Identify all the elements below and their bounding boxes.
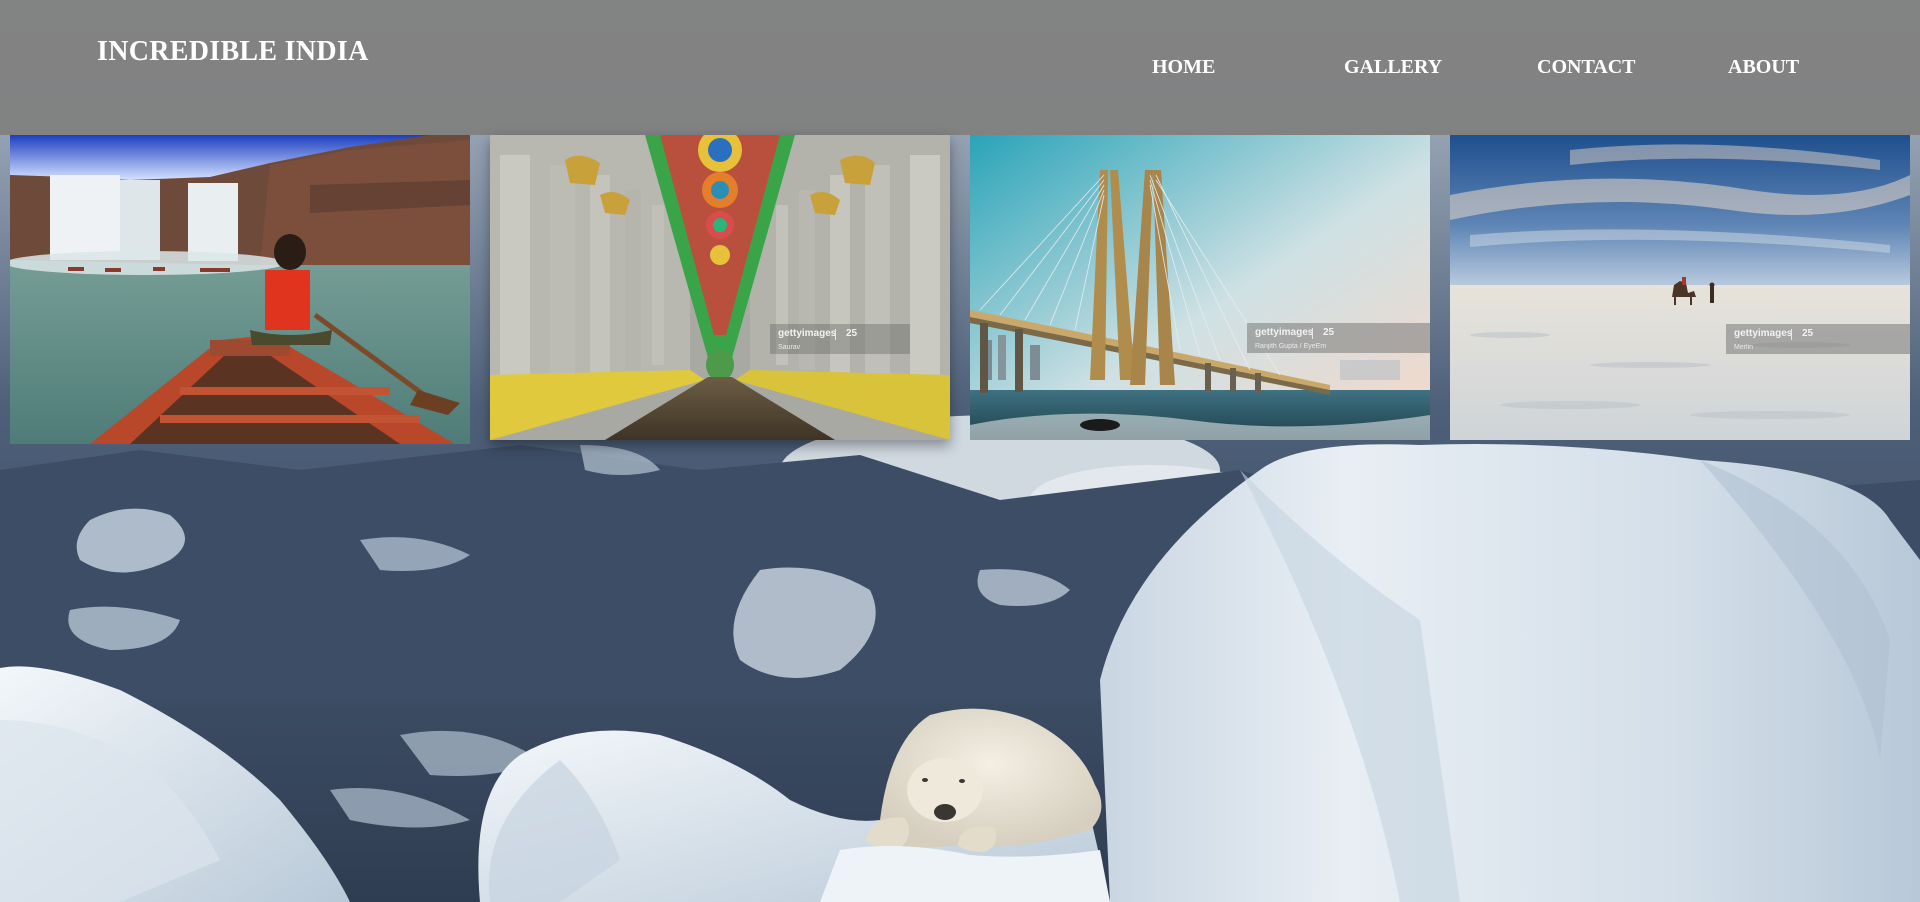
nav-home-link[interactable]: HOME xyxy=(1152,55,1215,79)
getty-watermark: gettyimages 25 Ranjith Gupta / EyeEm xyxy=(1247,323,1430,353)
gallery-tile-waterfall[interactable] xyxy=(10,135,470,444)
watermark-credit: Ranjith Gupta / EyeEm xyxy=(1255,343,1327,350)
gallery-tile-sea-link-bridge[interactable]: gettyimages 25 Ranjith Gupta / EyeEm xyxy=(970,135,1430,440)
watermark-brand: gettyimages xyxy=(778,328,837,339)
watermark-credit: Saurav xyxy=(778,344,801,351)
gallery-tile-salt-desert[interactable]: gettyimages 25 Merlin xyxy=(1450,135,1910,440)
nav-contact-link[interactable]: CONTACT xyxy=(1537,55,1636,79)
watermark-number: 25 xyxy=(846,328,858,339)
watermark-brand: gettyimages xyxy=(1255,327,1314,338)
watermark-divider xyxy=(835,329,836,340)
watermark-number: 25 xyxy=(1802,328,1814,339)
waterfall-boat-photo xyxy=(10,135,470,444)
getty-watermark: gettyimages 25 Merlin xyxy=(1726,324,1910,354)
site-header: INCREDIBLE INDIA HOME GALLERY CONTACT AB… xyxy=(0,0,1920,135)
watermark-brand: gettyimages xyxy=(1734,328,1793,339)
salt-desert-camel-photo xyxy=(1450,135,1910,440)
gallery-tile-temple-corridor[interactable]: gettyimages 25 Saurav xyxy=(490,135,950,440)
nav-gallery-link[interactable]: GALLERY xyxy=(1344,55,1442,79)
watermark-divider xyxy=(1312,328,1313,339)
getty-watermark: gettyimages 25 Saurav xyxy=(770,324,910,354)
watermark-divider xyxy=(1791,329,1792,340)
nav-about-link[interactable]: ABOUT xyxy=(1728,55,1799,79)
sea-link-bridge-photo xyxy=(970,135,1430,440)
watermark-credit: Merlin xyxy=(1734,344,1754,351)
watermark-number: 25 xyxy=(1323,327,1335,338)
temple-corridor-photo xyxy=(490,135,950,440)
main-nav: HOME GALLERY CONTACT ABOUT xyxy=(0,55,1920,79)
